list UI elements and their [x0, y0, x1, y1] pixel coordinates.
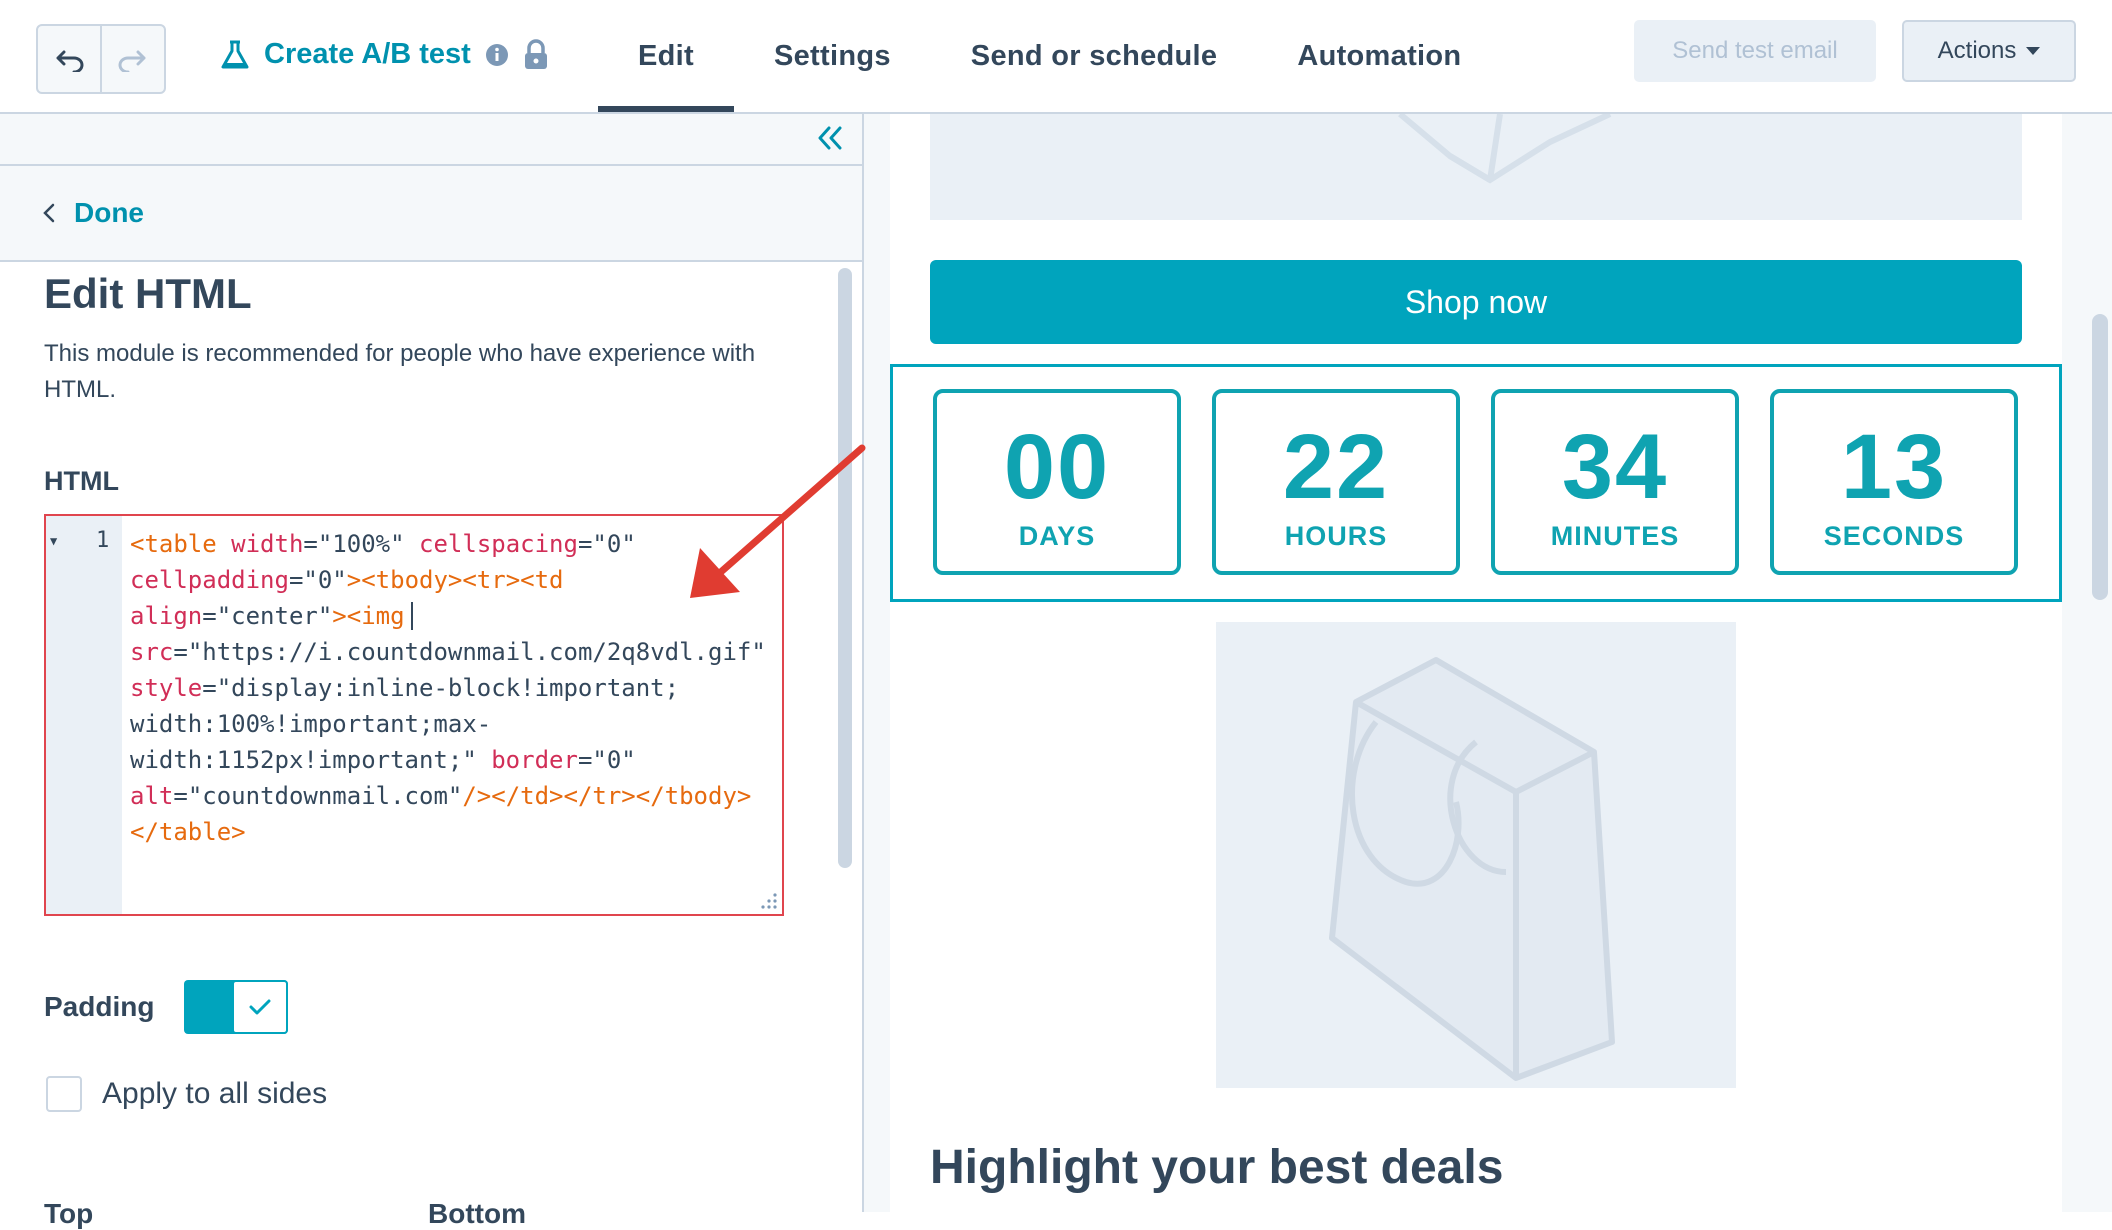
page-title[interactable]: Create A/B test: [264, 38, 471, 71]
countdown-days-label: DAYS: [1018, 521, 1096, 551]
caret-down-icon: [2026, 47, 2041, 55]
countdown-seconds-value: 13: [1840, 416, 1948, 518]
countdown-days-value: 00: [1003, 416, 1111, 518]
apply-all-sides-checkbox[interactable]: [46, 1076, 82, 1112]
countdown-seconds-label: SECONDS: [1823, 521, 1965, 551]
module-heading: Edit HTML: [44, 270, 252, 317]
countdown-hours-value: 22: [1282, 416, 1390, 518]
test-title: Create A/B test: [220, 38, 549, 71]
padding-toggle[interactable]: [184, 980, 288, 1034]
tab-edit[interactable]: Edit: [598, 0, 734, 112]
send-test-email-button[interactable]: Send test email: [1634, 20, 1876, 82]
padding-row: Padding: [44, 980, 288, 1034]
tab-automation[interactable]: Automation: [1257, 0, 1501, 112]
check-icon: [249, 999, 271, 1015]
redo-icon: [118, 50, 146, 72]
shopping-bag-icon: [1329, 657, 1615, 1081]
done-label: Done: [74, 197, 144, 228]
redo-button[interactable]: [100, 26, 164, 92]
tab-settings[interactable]: Settings: [734, 0, 931, 112]
tab-send-or-schedule[interactable]: Send or schedule: [931, 0, 1258, 112]
undo-button[interactable]: [38, 26, 100, 92]
code-src-url: https://i.countdownmail.com/2q8vdl.gif: [202, 638, 752, 666]
countdown-minutes-value: 34: [1561, 416, 1669, 518]
flask-icon: [221, 40, 249, 68]
collapse-bar: [0, 114, 862, 166]
padding-bottom-label: Bottom: [428, 1198, 526, 1229]
apply-all-sides-label: Apply to all sides: [102, 1077, 328, 1110]
chevron-left-icon: [43, 203, 55, 223]
shopping-bag-image[interactable]: [1216, 622, 1736, 1088]
padding-label: Padding: [44, 991, 155, 1022]
box-image-icon: [1398, 114, 1612, 184]
html-code[interactable]: <table width="100%" cellspacing="0" cell…: [130, 526, 770, 850]
product-image-placeholder[interactable]: [930, 114, 2022, 220]
actions-button[interactable]: Actions: [1902, 20, 2076, 82]
countdown-timer[interactable]: 00 DAYS 22 HOURS 34 MINUTES 13 SECONDS: [890, 364, 2062, 602]
countdown-minutes-label: MINUTES: [1550, 521, 1680, 551]
shop-now-button[interactable]: Shop now: [930, 260, 2022, 344]
collapse-panel-icon[interactable]: [816, 124, 844, 152]
countdown-hours-label: HOURS: [1284, 521, 1388, 551]
text-cursor: [410, 602, 413, 630]
done-link[interactable]: Done: [0, 166, 862, 262]
countdown-seconds: 13 SECONDS: [1770, 389, 2018, 575]
editor-tabs: Edit Settings Send or schedule Automatio…: [598, 0, 1501, 112]
top-bar: Create A/B test Edit Settings Send or sc…: [0, 0, 2112, 114]
line-number: 1: [96, 528, 110, 553]
info-icon[interactable]: [485, 43, 509, 67]
undo-redo-group: [36, 24, 166, 94]
html-field-label: HTML: [44, 466, 119, 496]
edit-sidebar: Done Edit HTML This module is recommende…: [0, 114, 864, 1229]
apply-all-sides-row[interactable]: Apply to all sides: [46, 1076, 327, 1112]
code-alt-text: countdownmail.com: [202, 782, 448, 810]
toggle-knob: [232, 980, 288, 1034]
fold-caret-icon[interactable]: ▼: [50, 534, 57, 548]
undo-icon: [56, 50, 84, 72]
module-description: This module is recommended for people wh…: [44, 340, 756, 403]
countdown-days: 00 DAYS: [933, 389, 1181, 575]
lock-icon: [524, 38, 547, 69]
editor-gutter: ▼ 1: [46, 516, 122, 914]
countdown-minutes: 34 MINUTES: [1491, 389, 1739, 575]
resize-handle-icon[interactable]: [760, 892, 778, 910]
preview-scrollbar[interactable]: [2092, 314, 2108, 600]
html-code-editor[interactable]: ▼ 1 <table width="100%" cellspacing="0" …: [44, 514, 784, 916]
countdown-hours: 22 HOURS: [1212, 389, 1460, 575]
actions-label: Actions: [1937, 37, 2017, 64]
sidebar-scrollbar[interactable]: [838, 268, 852, 868]
padding-top-label: Top: [44, 1198, 94, 1229]
deals-heading: Highlight your best deals: [930, 1141, 1504, 1194]
